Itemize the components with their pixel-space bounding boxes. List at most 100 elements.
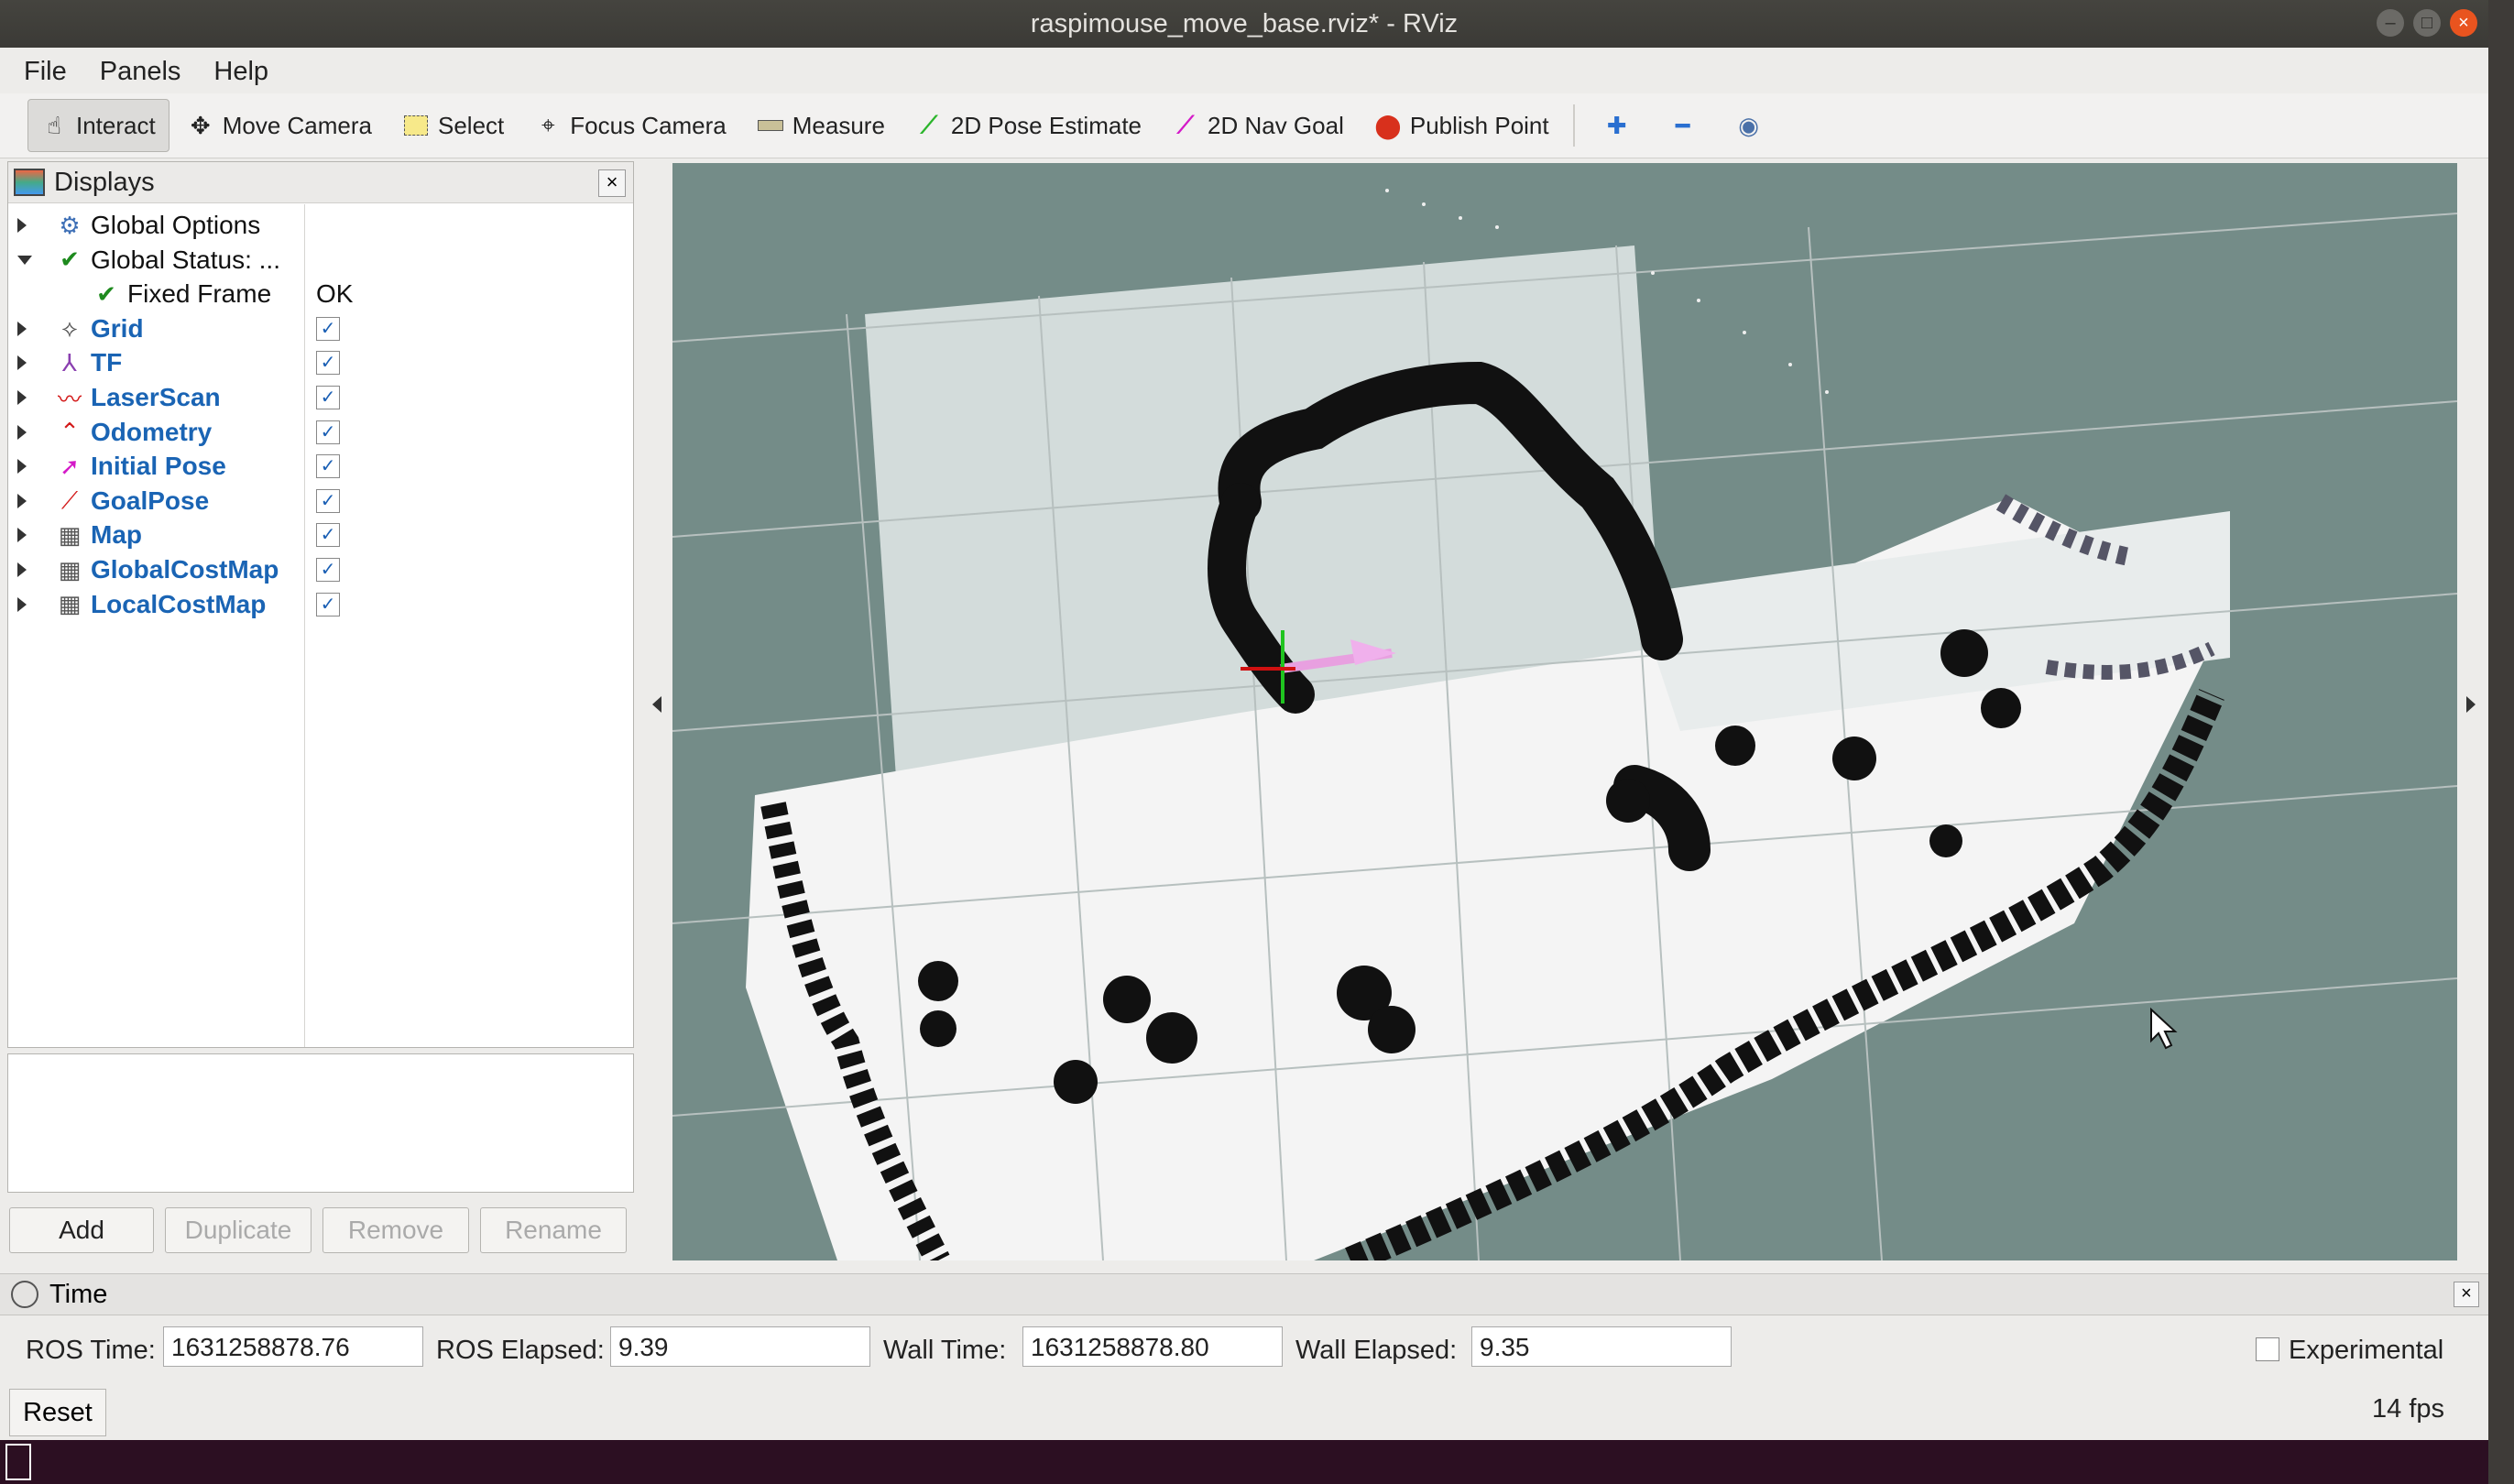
experimental-checkbox[interactable] <box>2256 1337 2279 1361</box>
enable-checkbox[interactable]: ✓ <box>316 454 340 479</box>
reset-button[interactable]: Reset <box>9 1389 106 1436</box>
tf-axes-icon: ⅄ <box>62 348 77 376</box>
desktop-edge <box>2488 0 2514 1484</box>
menu-panels[interactable]: Panels <box>100 57 181 87</box>
expand-right-icon[interactable] <box>17 321 27 336</box>
duplicate-button[interactable]: Duplicate <box>165 1207 312 1253</box>
expand-right-icon[interactable] <box>17 596 27 612</box>
close-icon[interactable]: × <box>598 169 626 197</box>
display-item-goalpose[interactable]: ⟋ GoalPose ✓ <box>8 484 631 518</box>
ros-elapsed-field[interactable]: 9.39 <box>610 1326 870 1367</box>
display-item-map[interactable]: ▦ Map ✓ <box>8 518 631 552</box>
enable-checkbox[interactable]: ✓ <box>316 523 340 548</box>
display-item-initial-pose[interactable]: ➚ Initial Pose ✓ <box>8 449 631 484</box>
displays-header: Displays <box>8 162 633 203</box>
display-item-label: Odometry <box>91 417 213 446</box>
display-item-grid[interactable]: ⟡ Grid ✓ <box>8 311 631 346</box>
display-item-globalcostmap[interactable]: ▦ GlobalCostMap ✓ <box>8 552 631 587</box>
expand-right-icon[interactable] <box>17 459 27 475</box>
enable-checkbox[interactable]: ✓ <box>316 592 340 617</box>
expand-right-icon[interactable] <box>17 355 27 371</box>
ros-elapsed-label: ROS Elapsed: <box>436 1336 605 1365</box>
collapse-right-handle[interactable] <box>2466 696 2476 713</box>
nav-goal-arrow-icon: ⟋ <box>1176 111 1195 138</box>
display-item-global-options[interactable]: ⚙ Global Options <box>8 208 631 243</box>
title-bar: raspimouse_move_base.rviz* - RViz – □ × <box>0 0 2488 48</box>
tool-2d-nav-goal[interactable]: ⟋ 2D Nav Goal <box>1160 100 1357 151</box>
wall-time-field[interactable]: 1631258878.80 <box>1022 1326 1283 1367</box>
focus-camera-icon: ⌖ <box>541 111 555 138</box>
display-item-laserscan[interactable]: 〰 LaserScan ✓ <box>8 380 631 415</box>
enable-checkbox[interactable]: ✓ <box>316 488 340 513</box>
display-item-label: Global Options <box>91 211 261 239</box>
display-item-label: TF <box>91 348 123 377</box>
terminal-cursor <box>5 1444 31 1480</box>
ros-time-field[interactable]: 1631258878.76 <box>163 1326 423 1367</box>
display-item-tf[interactable]: ⅄ TF ✓ <box>8 345 631 380</box>
select-icon <box>403 113 429 138</box>
close-window-button[interactable]: × <box>2450 9 2477 37</box>
maximize-button[interactable]: □ <box>2413 9 2441 37</box>
eye-icon: ◉ <box>1738 111 1759 139</box>
expand-right-icon[interactable] <box>17 493 27 508</box>
expand-right-icon[interactable] <box>17 424 27 440</box>
tool-label: Interact <box>76 111 156 139</box>
description-panel <box>7 1053 634 1193</box>
map-icon: ▦ <box>58 590 82 618</box>
enable-checkbox[interactable]: ✓ <box>316 316 340 341</box>
pose-estimate-arrow-icon: ⟋ <box>920 111 938 138</box>
displays-buttons: Add Duplicate Remove Rename <box>9 1207 627 1253</box>
mouse-cursor-icon <box>2150 1007 2178 1050</box>
display-item-global-status[interactable]: ✔ Global Status: ... <box>8 243 631 278</box>
clock-icon <box>11 1281 38 1308</box>
tool-label: Focus Camera <box>570 111 727 139</box>
expand-right-icon[interactable] <box>17 390 27 405</box>
wall-elapsed-label: Wall Elapsed: <box>1295 1336 1458 1365</box>
tool-measure[interactable]: Measure <box>745 100 898 151</box>
tool-label: Select <box>438 111 505 139</box>
tool-label: Move Camera <box>222 111 372 139</box>
tool-publish-point[interactable]: ⬤ Publish Point <box>1362 100 1562 151</box>
laserscan-icon: 〰 <box>57 385 82 413</box>
tool-label: 2D Nav Goal <box>1208 111 1344 139</box>
remove-tool-button[interactable]: ━ <box>1657 100 1718 151</box>
display-item-fixed-frame[interactable]: ✔ Fixed Frame OK <box>8 277 631 311</box>
enable-checkbox[interactable]: ✓ <box>316 420 340 444</box>
tool-interact[interactable]: ☝ Interact <box>27 99 169 152</box>
expand-right-icon[interactable] <box>17 528 27 543</box>
display-item-localcostmap[interactable]: ▦ LocalCostMap ✓ <box>8 587 631 622</box>
enable-checkbox[interactable]: ✓ <box>316 386 340 409</box>
collapse-left-handle[interactable] <box>652 696 661 713</box>
expand-down-icon[interactable] <box>17 255 32 265</box>
ros-time-label: ROS Time: <box>26 1336 156 1365</box>
add-tool-button[interactable]: ✚ <box>1591 100 1652 151</box>
tool-label: Publish Point <box>1409 111 1549 139</box>
expand-right-icon[interactable] <box>17 218 27 233</box>
view-options-button[interactable]: ◉ <box>1723 100 1784 151</box>
tool-select[interactable]: Select <box>390 100 517 151</box>
enable-checkbox[interactable]: ✓ <box>316 351 340 376</box>
menu-help[interactable]: Help <box>213 57 268 87</box>
display-item-label: LocalCostMap <box>91 589 267 618</box>
display-item-odometry[interactable]: ⌃ Odometry ✓ <box>8 415 631 450</box>
minimize-button[interactable]: – <box>2377 9 2404 37</box>
map-render <box>672 189 2457 1260</box>
expand-right-icon[interactable] <box>17 562 27 577</box>
remove-button[interactable]: Remove <box>322 1207 469 1253</box>
rename-button[interactable]: Rename <box>480 1207 627 1253</box>
close-icon[interactable]: × <box>2454 1282 2479 1307</box>
display-item-label: GoalPose <box>91 486 210 515</box>
menu-bar: File Panels Help <box>0 49 2488 93</box>
tool-move-camera[interactable]: ✥ Move Camera <box>175 100 385 151</box>
tool-2d-pose-estimate[interactable]: ⟋ 2D Pose Estimate <box>903 100 1154 151</box>
odometry-icon: ⌃ <box>60 418 80 446</box>
menu-file[interactable]: File <box>24 57 67 87</box>
tool-label: 2D Pose Estimate <box>950 111 1142 139</box>
3d-render-viewport[interactable] <box>672 163 2457 1260</box>
tool-focus-camera[interactable]: ⌖ Focus Camera <box>522 100 739 151</box>
add-button[interactable]: Add <box>9 1207 154 1253</box>
wall-elapsed-field[interactable]: 9.35 <box>1471 1326 1732 1367</box>
display-item-label: Fixed Frame <box>127 279 272 309</box>
enable-checkbox[interactable]: ✓ <box>316 558 340 582</box>
time-title: Time <box>49 1279 108 1309</box>
